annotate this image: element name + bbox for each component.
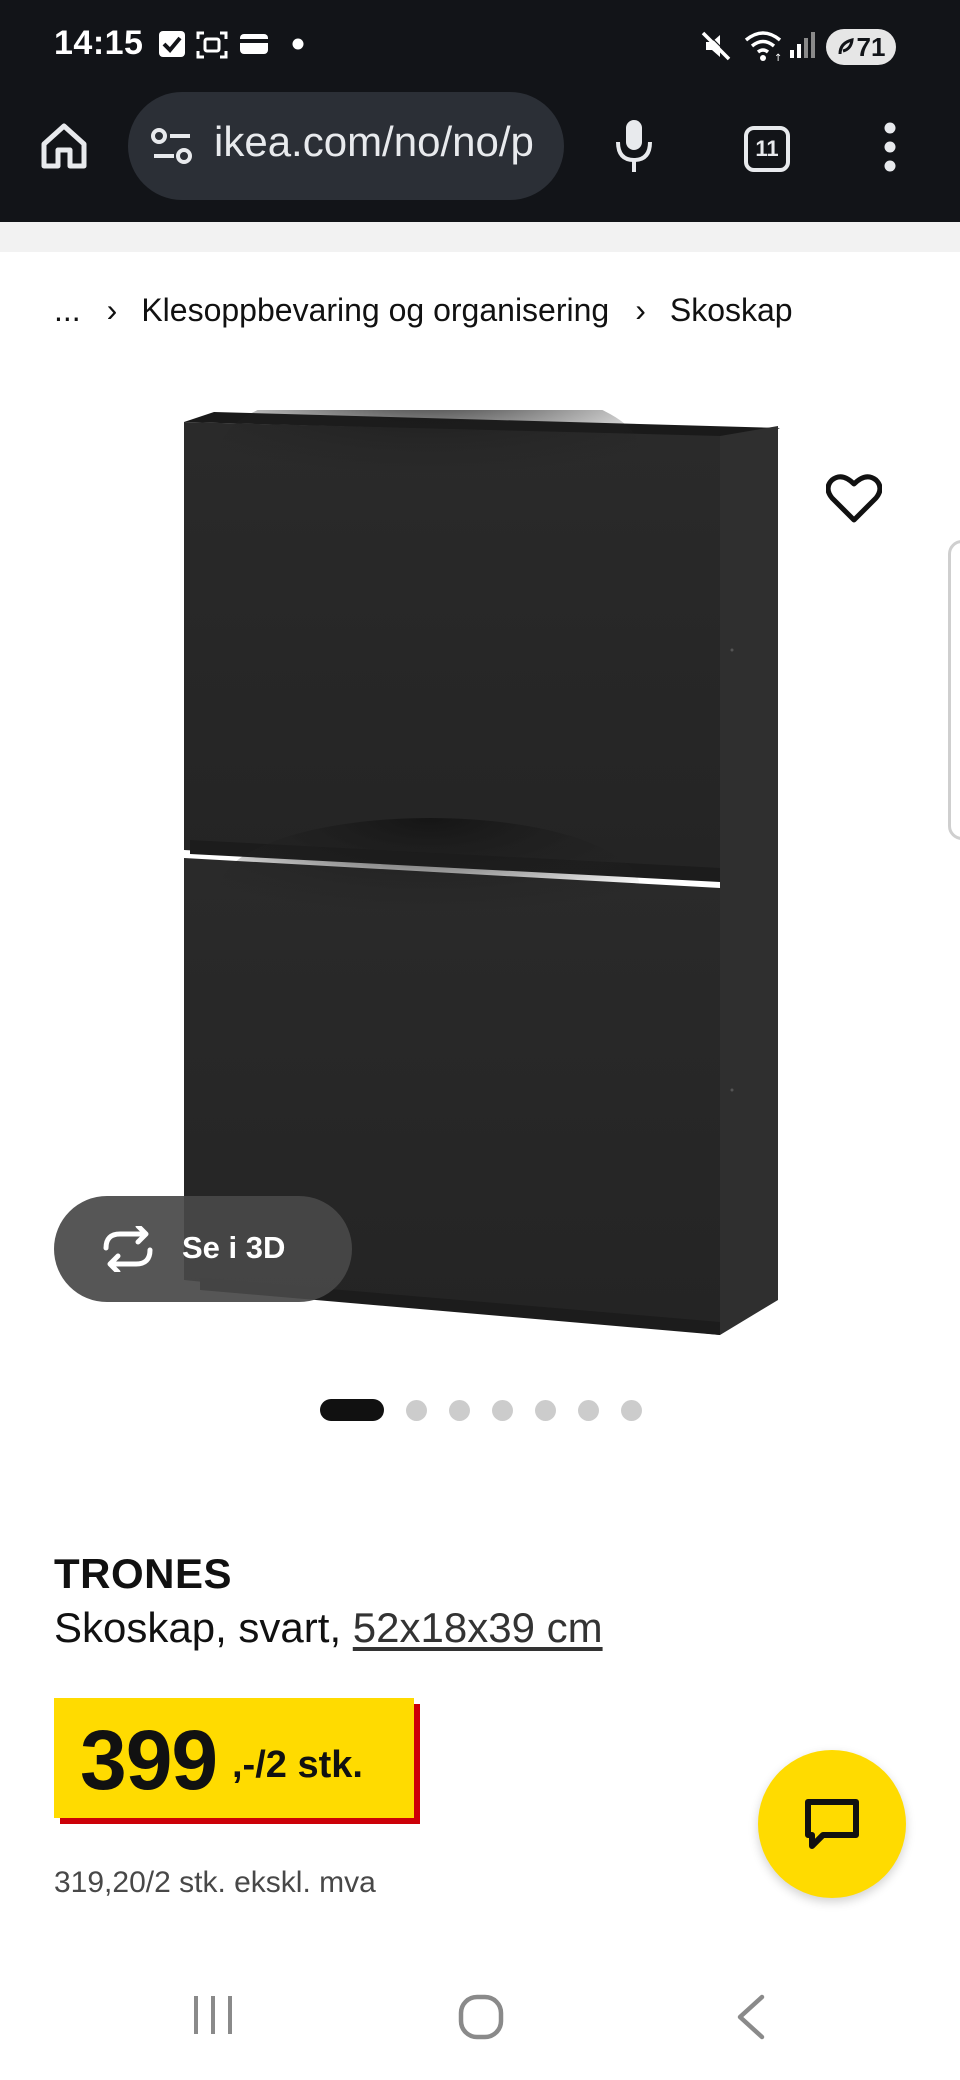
- site-settings-icon[interactable]: [150, 126, 194, 166]
- url-text[interactable]: ikea.com/no/no/p: [214, 118, 560, 166]
- home-button-icon[interactable]: [458, 1994, 504, 2040]
- tabs-button[interactable]: 11: [744, 126, 790, 172]
- recent-apps-icon[interactable]: [192, 1994, 234, 2036]
- breadcrumb-ellipsis[interactable]: ...: [54, 292, 81, 329]
- battery-indicator: 71: [826, 29, 896, 65]
- browser-toolbar: ikea.com/no/no/p 11: [0, 92, 960, 222]
- price-suffix: ,-/2 stk.: [232, 1744, 363, 1786]
- pager-dot[interactable]: [578, 1399, 599, 1421]
- breadcrumb: ... › Klesoppbevaring og organisering › …: [54, 286, 793, 334]
- view-3d-button[interactable]: Se i 3D: [54, 1196, 352, 1302]
- rotate-3d-icon: [103, 1226, 153, 1272]
- pager-dot[interactable]: [535, 1399, 556, 1421]
- signal-icon: [790, 32, 815, 58]
- product-name: TRONES: [54, 1550, 233, 1597]
- pager-dot[interactable]: [621, 1399, 642, 1421]
- more-icon[interactable]: [884, 122, 896, 172]
- wifi-icon: ↑↓: [744, 31, 782, 62]
- page-top-strip: [0, 222, 960, 252]
- pager-dot-active[interactable]: [320, 1399, 384, 1421]
- svg-text:↑↓: ↑↓: [774, 53, 782, 62]
- edge-panel-handle[interactable]: [948, 540, 960, 840]
- wallet-icon: [240, 34, 268, 54]
- image-pager-dots[interactable]: [320, 1398, 664, 1422]
- status-bar: 14:15 ↑↓ 71: [0, 0, 960, 92]
- battery-level: 71: [856, 31, 886, 62]
- pager-dot[interactable]: [449, 1399, 470, 1421]
- price-excl-vat: 319,20/2 stk. ekskl. mva: [54, 1866, 376, 1899]
- chevron-right-icon: ›: [106, 291, 118, 328]
- chevron-right-icon: ›: [635, 291, 646, 328]
- chat-icon: [805, 1799, 859, 1849]
- dot-icon: [292, 38, 304, 50]
- breadcrumb-item-shoe-cabinets[interactable]: Skoskap: [670, 292, 793, 329]
- product-description: Skoskap, svart, 52x18x39 cm: [54, 1604, 603, 1652]
- favorite-heart-icon[interactable]: [826, 474, 882, 524]
- view-3d-label: Se i 3D: [182, 1230, 286, 1265]
- chat-button[interactable]: [758, 1750, 906, 1898]
- home-icon[interactable]: [38, 120, 90, 172]
- pager-dot[interactable]: [492, 1399, 513, 1421]
- screenshot-icon: [196, 31, 228, 59]
- product-type-color: Skoskap, svart,: [54, 1604, 353, 1651]
- checkbox-notification-icon: [159, 31, 185, 57]
- price-tag: 399 ,-/2 stk.: [54, 1698, 414, 1818]
- address-bar[interactable]: ikea.com/no/no/p: [128, 92, 564, 200]
- tab-count: 11: [755, 136, 779, 161]
- status-time: 14:15: [54, 24, 144, 62]
- system-nav-bar: [0, 1960, 960, 2080]
- mute-icon: [701, 30, 732, 61]
- battery-saver-icon: [838, 38, 854, 55]
- breadcrumb-item-clothes-storage[interactable]: Klesoppbevaring og organisering: [141, 292, 609, 329]
- back-icon[interactable]: [734, 1994, 768, 2040]
- product-dimensions-link[interactable]: 52x18x39 cm: [353, 1604, 603, 1651]
- price-main: 399: [80, 1713, 218, 1807]
- mic-icon[interactable]: [614, 118, 654, 174]
- pager-dot[interactable]: [406, 1399, 427, 1421]
